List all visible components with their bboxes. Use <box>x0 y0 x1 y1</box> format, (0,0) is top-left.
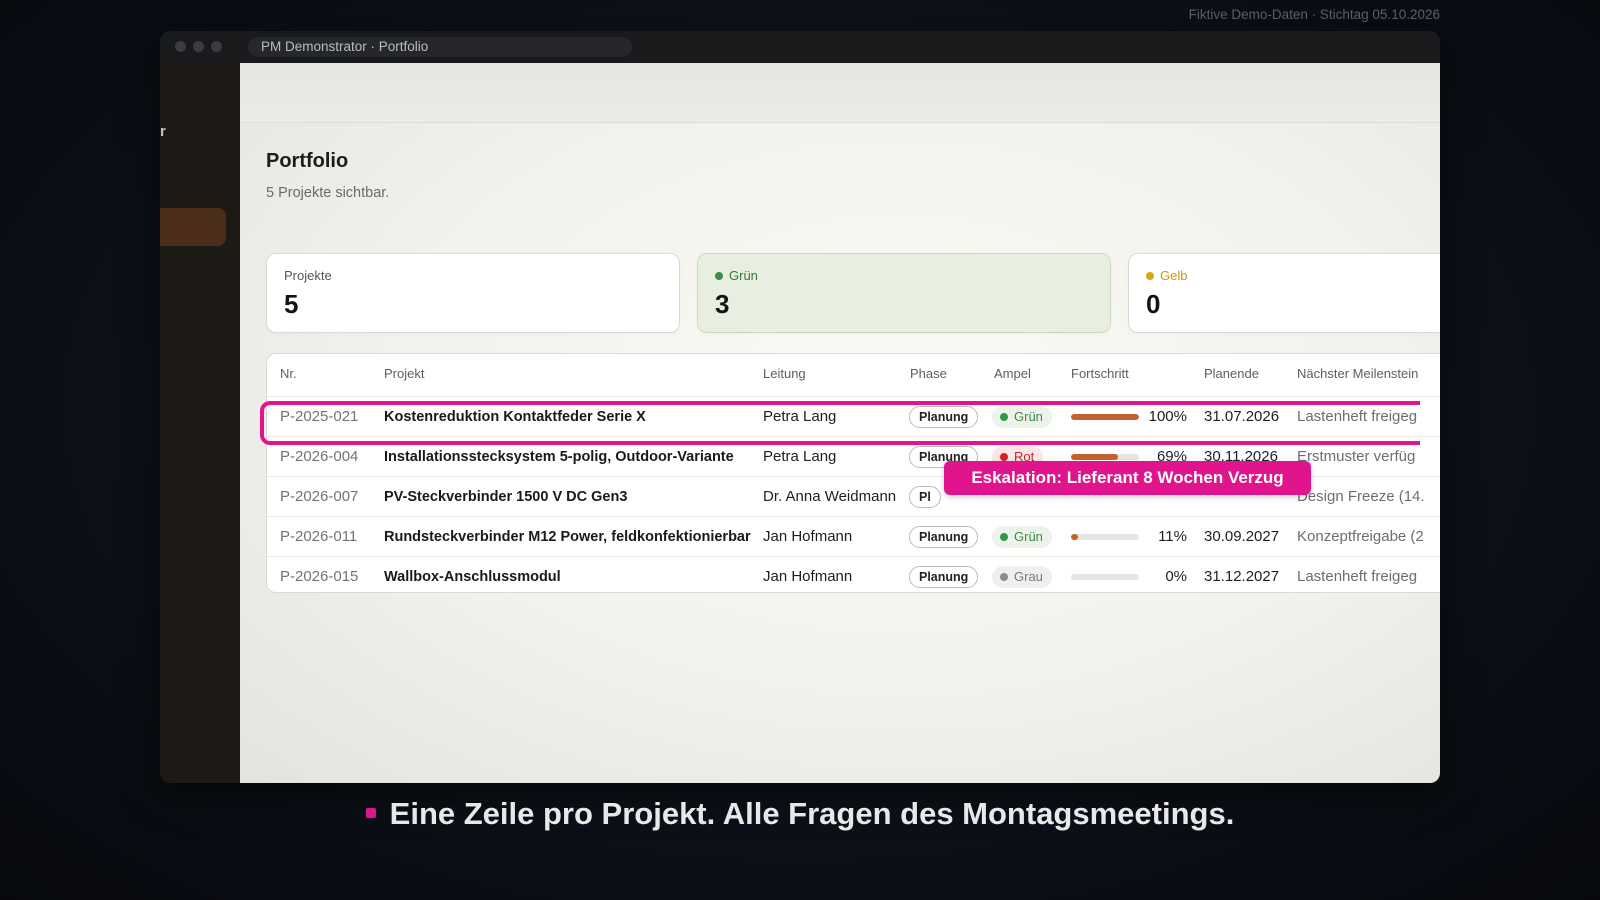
caption: Eine Zeile pro Projekt. Alle Fragen des … <box>0 796 1600 832</box>
cell-meilenstein: Konzeptfreigabe (2 <box>1297 528 1424 545</box>
ampel-badge: Grün <box>992 526 1052 548</box>
phase-badge: Planung <box>909 566 979 588</box>
cell-progress: 11% <box>1158 528 1187 545</box>
page-subtitle: 5 Projekte sichtbar. <box>266 185 390 201</box>
progress-fill <box>1071 534 1079 540</box>
stat-card-gelb[interactable]: Gelb 0 <box>1128 253 1440 333</box>
cell-projekt[interactable]: Wallbox-Anschlussmodul <box>384 557 561 597</box>
escalation-callout: Eskalation: Lieferant 8 Wochen Verzug <box>944 461 1311 495</box>
cell-leitung: Jan Hofmann <box>763 568 853 585</box>
column-header-ampel[interactable]: Ampel <box>994 366 1031 381</box>
caption-text: Eine Zeile pro Projekt. Alle Fragen des … <box>389 796 1235 831</box>
table-row[interactable]: P-2026-015 Wallbox-Anschlussmodul Jan Ho… <box>267 556 1440 597</box>
stat-value: 3 <box>715 289 730 319</box>
cell-meilenstein: Design Freeze (14. <box>1297 488 1425 505</box>
status-dot-icon <box>1000 533 1008 541</box>
stat-value: 5 <box>284 289 299 319</box>
row-highlight-frame <box>260 401 1420 445</box>
cell-nr: P-2026-007 <box>280 488 359 505</box>
window-maximize-button[interactable] <box>211 41 222 52</box>
cell-nr: P-2026-011 <box>280 528 358 545</box>
window-close-button[interactable] <box>175 41 186 52</box>
cell-meilenstein: Lastenheft freigeg <box>1297 568 1418 585</box>
progress-fill <box>1071 454 1118 460</box>
status-dot-icon <box>1000 573 1008 581</box>
stat-card-projekte[interactable]: Projekte 5 <box>266 253 680 333</box>
cell-planende: 30.09.2027 <box>1204 528 1280 545</box>
sidebar-item-active[interactable] <box>160 208 226 246</box>
column-header-planende[interactable]: Planende <box>1204 366 1259 381</box>
ampel-label: Grün <box>1014 529 1043 544</box>
phase-badge: Pl <box>909 486 941 508</box>
window-title: PM Demonstrator · Portfolio <box>248 37 632 57</box>
cell-planende: 31.12.2027 <box>1204 568 1280 585</box>
cell-projekt[interactable]: Rundsteckverbinder M12 Power, feldkonfek… <box>384 517 751 557</box>
stat-value: 0 <box>1146 289 1161 319</box>
stat-label: Projekte <box>284 268 332 283</box>
cell-leitung: Dr. Anna Weidmann <box>763 488 897 505</box>
column-header-leitung[interactable]: Leitung <box>763 366 806 381</box>
column-header-meilenstein[interactable]: Nächster Meilenstein <box>1297 366 1437 381</box>
ampel-badge: Grau <box>992 566 1052 588</box>
cell-leitung: Jan Hofmann <box>763 528 853 545</box>
status-dot-icon <box>1146 271 1154 280</box>
demo-data-note: Fiktive Demo-Daten · Stichtag 05.10.2026 <box>1188 7 1440 22</box>
column-header-projekt[interactable]: Projekt <box>384 366 424 381</box>
column-header-fortschritt[interactable]: Fortschritt <box>1071 366 1129 381</box>
window-minimize-button[interactable] <box>193 41 204 52</box>
cell-progress: 0% <box>1165 568 1187 585</box>
sidebar-brand: r <box>160 123 166 140</box>
sidebar: r <box>160 63 240 783</box>
column-header-nr[interactable]: Nr. <box>280 366 297 381</box>
status-dot-icon <box>715 271 723 280</box>
cell-projekt[interactable]: PV-Steckverbinder 1500 V DC Gen3 <box>384 477 627 517</box>
ampel-label: Grau <box>1014 569 1043 584</box>
stat-label: Grün <box>729 268 758 283</box>
column-header-phase[interactable]: Phase <box>910 366 947 381</box>
stat-label: Gelb <box>1160 268 1188 283</box>
page-title: Portfolio <box>266 150 349 172</box>
status-dot-icon <box>1000 453 1008 461</box>
table-row[interactable]: P-2026-011 Rundsteckverbinder M12 Power,… <box>267 516 1440 557</box>
top-bar <box>240 63 1440 123</box>
stat-card-gruen[interactable]: Grün 3 <box>697 253 1111 333</box>
cell-nr: P-2026-015 <box>280 568 359 585</box>
bullet-icon <box>365 807 376 818</box>
phase-badge: Planung <box>909 526 979 548</box>
window-titlebar: PM Demonstrator · Portfolio <box>160 31 1440 63</box>
